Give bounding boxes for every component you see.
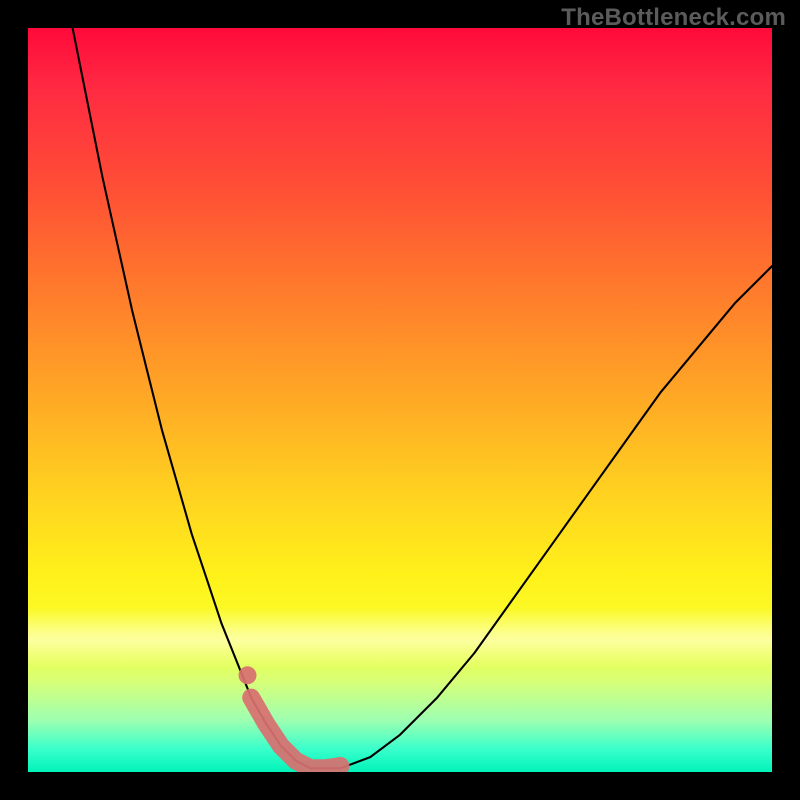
curve-svg [28,28,772,772]
optimal-range-marker [251,698,340,769]
chart-frame: TheBottleneck.com [0,0,800,800]
plot-area [28,28,772,772]
highlight-dot [239,666,257,684]
bottleneck-curve [73,28,772,768]
